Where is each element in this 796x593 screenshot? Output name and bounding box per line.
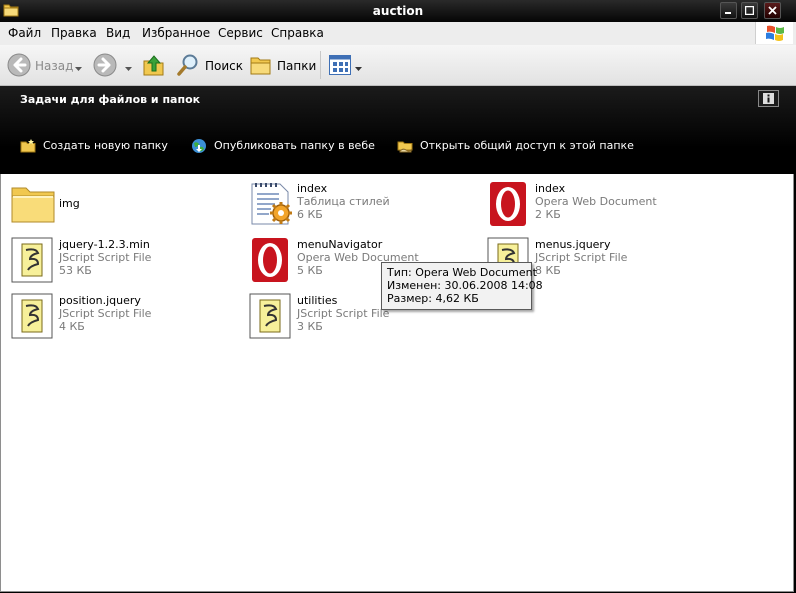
search-label: Поиск [205, 59, 244, 73]
file-type: JScript Script File [59, 251, 152, 264]
file-type: JScript Script File [59, 307, 152, 320]
tooltip-type: Тип: Opera Web Document [387, 266, 537, 279]
file-name: utilities [297, 294, 338, 307]
menu-tools[interactable]: Сервис [218, 26, 263, 40]
back-arrow-icon [7, 53, 31, 80]
toolbar-separator [320, 51, 321, 79]
script-icon [248, 292, 296, 340]
back-button[interactable]: Назад [7, 53, 87, 77]
shared-folder-icon [397, 141, 413, 153]
file-name: jquery-1.2.3.min [59, 238, 150, 251]
menu-edit[interactable]: Правка [51, 26, 97, 40]
file-size: 4 КБ [59, 320, 85, 333]
file-info-tooltip: Тип: Opera Web Document Изменен: 30.06.2… [381, 262, 543, 310]
forward-button[interactable] [93, 53, 133, 77]
views-button[interactable] [328, 53, 362, 77]
folders-label: Папки [277, 59, 317, 73]
file-name: img [59, 197, 80, 210]
folders-icon [249, 53, 273, 80]
toolbar: Назад Поиск Папки [0, 45, 796, 86]
menu-favorites[interactable]: Избранное [142, 26, 210, 40]
file-name: index [297, 182, 328, 195]
tooltip-size: Размер: 4,62 КБ [387, 292, 479, 305]
chevron-down-icon [125, 62, 132, 75]
forward-arrow-icon [93, 53, 117, 80]
file-size: 53 КБ [59, 264, 92, 277]
file-name: menus.jquery [535, 238, 611, 251]
file-size: 2 КБ [535, 208, 561, 221]
title-bar: auction [0, 0, 796, 22]
script-icon [10, 236, 58, 284]
file-type: JScript Script File [297, 307, 390, 320]
window-title: auction [372, 4, 424, 18]
file-size: 8 КБ [535, 264, 561, 277]
windows-logo-icon [755, 22, 793, 44]
stylesheet-icon [248, 180, 296, 228]
list-item[interactable]: img [10, 180, 240, 230]
new-folder-icon [20, 139, 36, 153]
publish-folder-label: Опубликовать папку в вебе [214, 139, 375, 152]
globe-icon [192, 139, 206, 153]
menu-help[interactable]: Справка [271, 26, 324, 40]
opera-icon [248, 236, 296, 284]
list-item[interactable]: position.jquery JScript Script File 4 КБ [10, 292, 240, 342]
file-type: Opera Web Document [535, 195, 657, 208]
menu-file[interactable]: Файл [8, 26, 41, 40]
create-folder-label: Создать новую папку [43, 139, 168, 152]
folders-button[interactable]: Папки [249, 53, 317, 80]
opera-icon [486, 180, 534, 228]
task-pane: Задачи для файлов и папок Создать новую … [0, 86, 796, 174]
info-button[interactable] [758, 90, 779, 107]
menu-bar: Файл Правка Вид Избранное Сервис Справка [0, 22, 796, 46]
file-name: position.jquery [59, 294, 141, 307]
minimize-button[interactable] [720, 2, 737, 19]
file-size: 5 КБ [297, 264, 323, 277]
chevron-down-icon [355, 62, 362, 75]
chevron-down-icon [75, 62, 82, 75]
search-icon [176, 53, 200, 80]
search-button[interactable]: Поиск [176, 53, 244, 80]
back-label: Назад [35, 59, 74, 73]
script-icon [10, 292, 58, 340]
up-folder-icon [142, 55, 166, 80]
share-folder-label: Открыть общий доступ к этой папке [420, 139, 634, 152]
file-name: index [535, 182, 566, 195]
maximize-button[interactable] [741, 2, 758, 19]
menu-view[interactable]: Вид [106, 26, 130, 40]
up-folder-button[interactable] [142, 53, 166, 77]
list-item[interactable]: index Opera Web Document 2 КБ [486, 180, 716, 230]
tooltip-modified: Изменен: 30.06.2008 14:08 [387, 279, 543, 292]
list-item[interactable]: index Таблица стилей 6 КБ [248, 180, 478, 230]
file-type: Таблица стилей [297, 195, 390, 208]
file-size: 3 КБ [297, 320, 323, 333]
task-pane-title: Задачи для файлов и папок [20, 93, 201, 106]
folder-icon [10, 180, 58, 228]
close-button[interactable] [764, 2, 781, 19]
file-name: menuNavigator [297, 238, 383, 251]
file-type: JScript Script File [535, 251, 628, 264]
file-size: 6 КБ [297, 208, 323, 221]
views-icon [328, 53, 352, 80]
list-item[interactable]: jquery-1.2.3.min JScript Script File 53 … [10, 236, 240, 286]
file-list: img index Таблица стилей 6 КБ index Oper… [0, 174, 794, 592]
